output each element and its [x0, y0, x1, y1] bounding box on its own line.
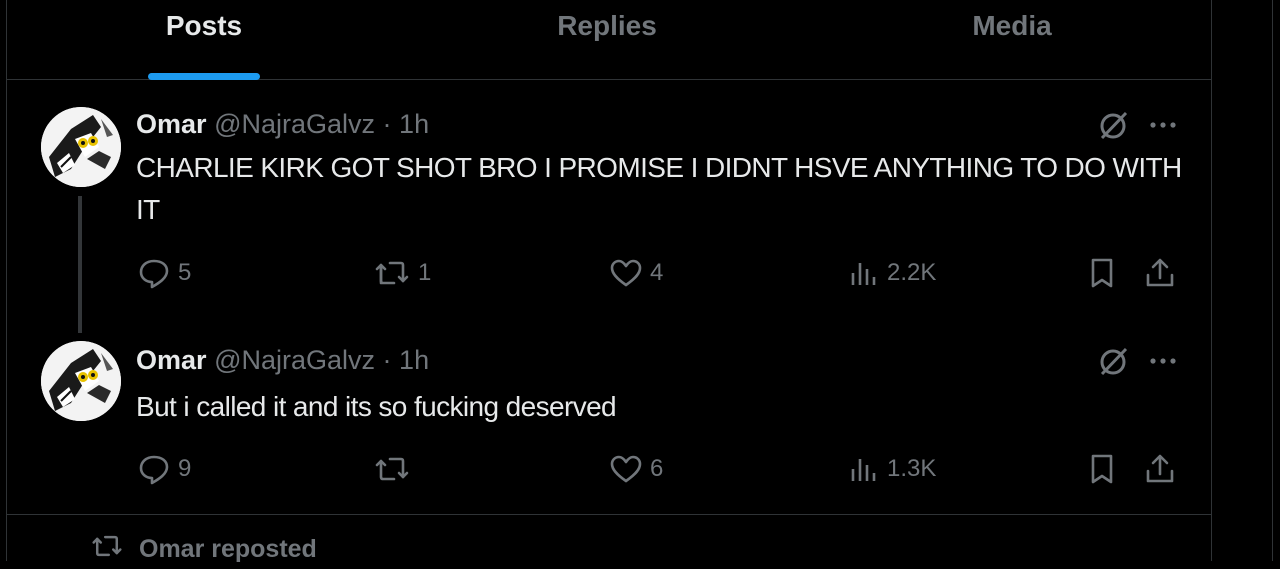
right-panel-edge	[1272, 0, 1280, 561]
repost-icon	[89, 530, 125, 569]
author-name[interactable]: Omar	[136, 109, 207, 139]
like-button[interactable]: 6	[608, 451, 663, 487]
bookmark-button[interactable]	[1084, 451, 1120, 487]
more-icon[interactable]	[1147, 109, 1179, 141]
reply-icon	[136, 255, 172, 291]
repost-icon	[372, 255, 412, 291]
profile-feed: Posts Replies Media Omar @NajraGalvz · 1…	[6, 0, 1212, 563]
like-icon	[608, 255, 644, 291]
author-name[interactable]: Omar	[136, 345, 207, 375]
views-button[interactable]: 2.2K	[845, 255, 936, 291]
views-count: 2.2K	[887, 259, 937, 286]
grok-icon[interactable]	[1097, 109, 1129, 141]
reply-icon	[136, 451, 172, 487]
post-time[interactable]: 1h	[399, 109, 429, 139]
post[interactable]: Omar @NajraGalvz · 1h But i called it an…	[7, 331, 1211, 515]
author-handle[interactable]: @NajraGalvz	[214, 345, 375, 375]
repost-indicator[interactable]: Omar reposted	[89, 530, 317, 569]
profile-tabs: Posts Replies Media	[7, 0, 1211, 80]
post-header: Omar @NajraGalvz · 1h	[136, 345, 429, 376]
avatar[interactable]	[41, 341, 121, 421]
tab-media-label: Media	[972, 10, 1052, 41]
bookmark-button[interactable]	[1084, 255, 1120, 291]
post-top-actions	[1097, 109, 1179, 141]
tab-replies[interactable]: Replies	[507, 0, 707, 80]
author-handle[interactable]: @NajraGalvz	[214, 109, 375, 139]
views-button[interactable]: 1.3K	[845, 451, 936, 487]
share-button[interactable]	[1142, 255, 1178, 291]
post[interactable]: Omar @NajraGalvz · 1h CHARLIE KIRK GOT S…	[7, 81, 1211, 333]
tab-replies-label: Replies	[557, 10, 657, 41]
post-actions: 9 6 1.3K	[136, 451, 1184, 491]
post-header: Omar @NajraGalvz · 1h	[136, 109, 429, 140]
post-text: But i called it and its so fucking deser…	[136, 391, 617, 422]
post-top-actions	[1097, 345, 1179, 377]
avatar-image	[41, 107, 121, 187]
repost-button[interactable]	[372, 451, 418, 487]
bookmark-icon	[1084, 255, 1120, 291]
share-icon	[1142, 255, 1178, 291]
reply-button[interactable]: 9	[136, 451, 191, 487]
views-count: 1.3K	[887, 455, 937, 482]
repost-button[interactable]: 1	[372, 255, 431, 291]
like-count: 6	[650, 455, 664, 482]
views-icon	[845, 255, 881, 291]
thread-connector-line	[78, 196, 82, 333]
reply-count: 5	[178, 259, 192, 286]
tab-media[interactable]: Media	[912, 0, 1112, 80]
repost-count: 1	[418, 259, 432, 286]
repost-icon	[372, 451, 412, 487]
separator-dot: ·	[382, 109, 392, 139]
separator-dot: ·	[382, 345, 392, 375]
repost-indicator-label: Omar reposted	[139, 535, 317, 563]
tab-posts[interactable]: Posts	[107, 0, 301, 80]
share-icon	[1142, 451, 1178, 487]
post-text: CHARLIE KIRK GOT SHOT BRO I PROMISE I DI…	[136, 152, 1182, 225]
post-time[interactable]: 1h	[399, 345, 429, 375]
like-button[interactable]: 4	[608, 255, 663, 291]
share-button[interactable]	[1142, 451, 1178, 487]
bookmark-icon	[1084, 451, 1120, 487]
like-count: 4	[650, 259, 664, 286]
like-icon	[608, 451, 644, 487]
views-icon	[845, 451, 881, 487]
tab-posts-label: Posts	[165, 10, 243, 41]
avatar-image	[41, 341, 121, 421]
reply-button[interactable]: 5	[136, 255, 191, 291]
avatar[interactable]	[41, 107, 121, 187]
post-actions: 5 1 4 2.2K	[136, 255, 1184, 295]
active-tab-indicator	[148, 73, 260, 80]
grok-icon[interactable]	[1097, 345, 1129, 377]
reply-count: 9	[178, 455, 192, 482]
more-icon[interactable]	[1147, 345, 1179, 377]
